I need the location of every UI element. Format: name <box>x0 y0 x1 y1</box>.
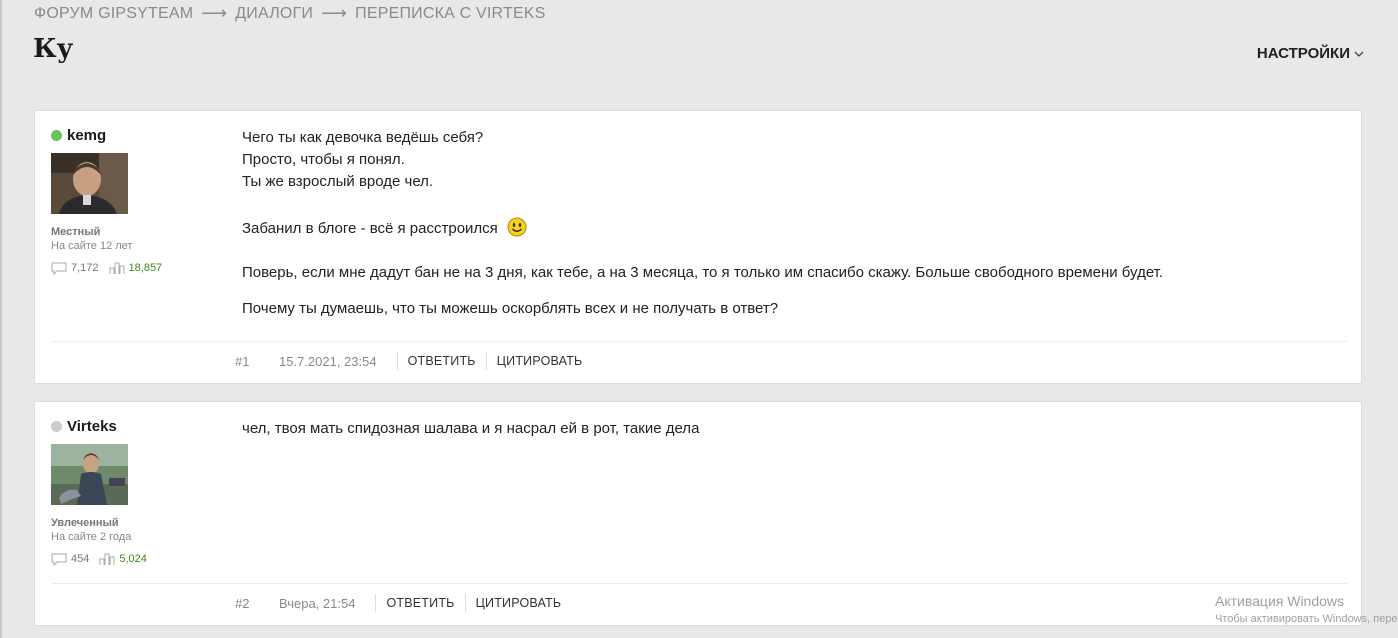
username-link[interactable]: Virteks <box>67 418 117 435</box>
message-line: Просто, чтобы я понял. <box>242 151 405 168</box>
user-since: На сайте 2 года <box>51 531 132 543</box>
offline-status-icon <box>51 421 62 432</box>
message-post: kemg Местный На сайте 12 лет 7,172 18,85… <box>34 110 1362 384</box>
message-post: Virteks Увлеченный На сайте 2 года 454 5… <box>34 401 1362 626</box>
divider <box>485 352 487 370</box>
breadcrumb: ФОРУМ GIPSYTEAM ⟶ ДИАЛОГИ ⟶ ПЕРЕПИСКА С … <box>34 3 546 24</box>
reply-button[interactable]: ОТВЕТИТЬ <box>408 354 476 368</box>
messages-count: 454 <box>71 553 90 565</box>
message-line: Чего ты как девочка ведёшь себя? <box>242 129 484 146</box>
likes-icon <box>109 262 125 274</box>
settings-label: НАСТРОЙКИ <box>1256 45 1350 62</box>
breadcrumb-forum[interactable]: ФОРУМ GIPSYTEAM <box>34 5 193 23</box>
breadcrumb-separator: ⟶ <box>321 3 348 23</box>
message-body: чел, твоя мать спидозная шалава и я наср… <box>242 418 1342 440</box>
user-info: Virteks Увлеченный На сайте 2 года 454 5… <box>51 418 211 566</box>
user-rank: Местный <box>51 226 101 238</box>
user-rank: Увлеченный <box>51 517 119 529</box>
page-title: Ку <box>33 34 74 64</box>
divider <box>464 594 466 612</box>
settings-dropdown[interactable]: НАСТРОЙКИ <box>1257 45 1364 62</box>
likes-icon <box>99 553 115 565</box>
likes-count: 5,024 <box>119 553 147 565</box>
quote-button[interactable]: ЦИТИРОВАТЬ <box>497 354 583 368</box>
post-number-link[interactable]: #2 <box>235 596 279 611</box>
message-line: Забанил в блоге - всё я расстроился <box>242 220 498 237</box>
post-number-link[interactable]: #1 <box>235 354 279 369</box>
likes-count: 18,857 <box>128 262 163 274</box>
user-info: kemg Местный На сайте 12 лет 7,172 18,85… <box>51 127 211 275</box>
user-since: На сайте 12 лет <box>51 240 133 252</box>
watermark-subtitle: Чтобы активировать Windows, пере <box>1215 613 1398 625</box>
username-link[interactable]: kemg <box>67 127 106 144</box>
windows-activation-watermark: Активация Windows Чтобы активировать Win… <box>1215 593 1398 625</box>
breadcrumb-conversation[interactable]: ПЕРЕПИСКА С VIRTEKS <box>355 5 545 23</box>
message-line: Поверь, если мне дадут бан не на 3 дня, … <box>242 264 1164 281</box>
message-body: Чего ты как девочка ведёшь себя? Просто,… <box>242 127 1342 320</box>
online-status-icon <box>51 130 62 141</box>
watermark-title: Активация Windows <box>1215 593 1345 609</box>
messages-icon <box>51 553 67 566</box>
message-line: Почему ты думаешь, что ты можешь оскорбл… <box>242 300 779 317</box>
quote-button[interactable]: ЦИТИРОВАТЬ <box>476 596 562 610</box>
user-stats: 7,172 18,857 <box>51 261 211 275</box>
user-stats: 454 5,024 <box>51 552 211 566</box>
page-left-border <box>0 0 2 638</box>
post-date: 15.7.2021, 23:54 <box>279 353 377 369</box>
post-footer: #2 Вчера, 21:54 ОТВЕТИТЬ ЦИТИРОВАТЬ <box>51 583 1347 623</box>
breadcrumb-separator: ⟶ <box>201 3 228 23</box>
divider <box>396 352 398 370</box>
post-date: Вчера, 21:54 <box>279 595 356 611</box>
messages-count: 7,172 <box>71 262 99 274</box>
smiley-icon <box>507 217 527 237</box>
breadcrumb-dialogs[interactable]: ДИАЛОГИ <box>235 5 313 23</box>
message-line: Ты же взрослый вроде чел. <box>242 173 434 190</box>
avatar[interactable] <box>51 444 128 505</box>
divider <box>375 594 377 612</box>
avatar[interactable] <box>51 153 128 214</box>
post-footer: #1 15.7.2021, 23:54 ОТВЕТИТЬ ЦИТИРОВАТЬ <box>51 341 1347 381</box>
chevron-down-icon <box>1354 51 1364 57</box>
messages-icon <box>51 262 67 275</box>
message-line: чел, твоя мать спидозная шалава и я наср… <box>242 420 700 437</box>
reply-button[interactable]: ОТВЕТИТЬ <box>386 596 454 610</box>
